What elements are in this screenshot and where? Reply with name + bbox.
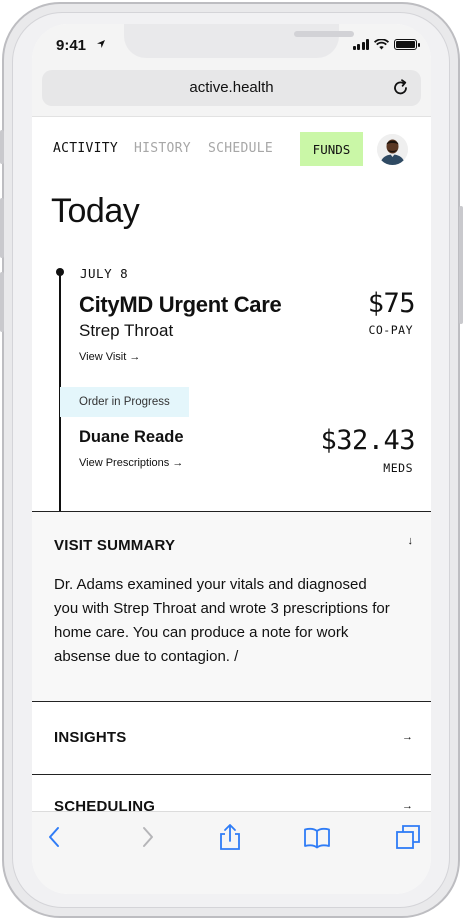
tab-activity[interactable]: ACTIVITY [53, 141, 118, 156]
avatar[interactable] [377, 134, 408, 165]
reload-icon[interactable] [391, 78, 411, 98]
view-prescriptions-link[interactable]: View Prescriptions → [79, 457, 183, 469]
arrow-right-icon[interactable]: → [402, 731, 413, 743]
visit-diagnosis: Strep Throat [79, 321, 174, 340]
wifi-icon [374, 39, 389, 50]
power-button [459, 206, 463, 324]
copay-label: CO-PAY [368, 323, 413, 337]
browser-toolbar [32, 811, 431, 894]
visit-summary-body: Dr. Adams examined your vitals and diagn… [54, 576, 390, 665]
mute-switch [0, 130, 4, 164]
tabs-icon[interactable] [393, 822, 423, 852]
status-icons [352, 39, 420, 50]
funds-button[interactable]: FUNDS [300, 132, 363, 166]
signal-icon [352, 39, 369, 50]
notch [124, 24, 354, 58]
app-nav: ACTIVITY HISTORY SCHEDULE FUNDS [32, 116, 431, 186]
phone-screen: 9:41 active.health ACTIVITY HISTORY SCHE… [32, 24, 431, 894]
forward-icon[interactable] [132, 822, 162, 852]
bookmarks-icon[interactable] [302, 822, 332, 852]
arrow-down-icon[interactable]: ↓ [408, 535, 414, 547]
view-visit-link[interactable]: View Visit → [79, 351, 140, 363]
copay-amount: $75 [367, 288, 416, 319]
location-arrow-icon [96, 39, 106, 52]
meds-label: MEDS [383, 461, 413, 475]
timeline-date: JULY 8 [80, 266, 129, 281]
speaker-slot [294, 31, 354, 37]
tab-history[interactable]: HISTORY [134, 141, 191, 156]
back-icon[interactable] [40, 822, 70, 852]
share-icon[interactable] [215, 822, 245, 852]
url-bar[interactable]: active.health [42, 70, 421, 106]
pharmacy-name: Duane Reade [79, 428, 184, 446]
volume-up-button [0, 198, 4, 258]
page-title: Today [51, 192, 140, 230]
meds-amount: $32.43 [320, 425, 415, 456]
volume-down-button [0, 272, 4, 332]
order-status-badge: Order in Progress [60, 387, 189, 417]
visit-summary-title: VISIT SUMMARY [54, 537, 176, 554]
insights-title: INSIGHTS [54, 729, 127, 746]
tab-schedule[interactable]: SCHEDULE [208, 141, 273, 156]
battery-icon [394, 39, 420, 50]
status-time: 9:41 [56, 37, 87, 54]
browser-top-chrome: 9:41 active.health [32, 24, 431, 116]
visit-provider: CityMD Urgent Care [79, 292, 282, 317]
url-text: active.health [189, 79, 274, 96]
